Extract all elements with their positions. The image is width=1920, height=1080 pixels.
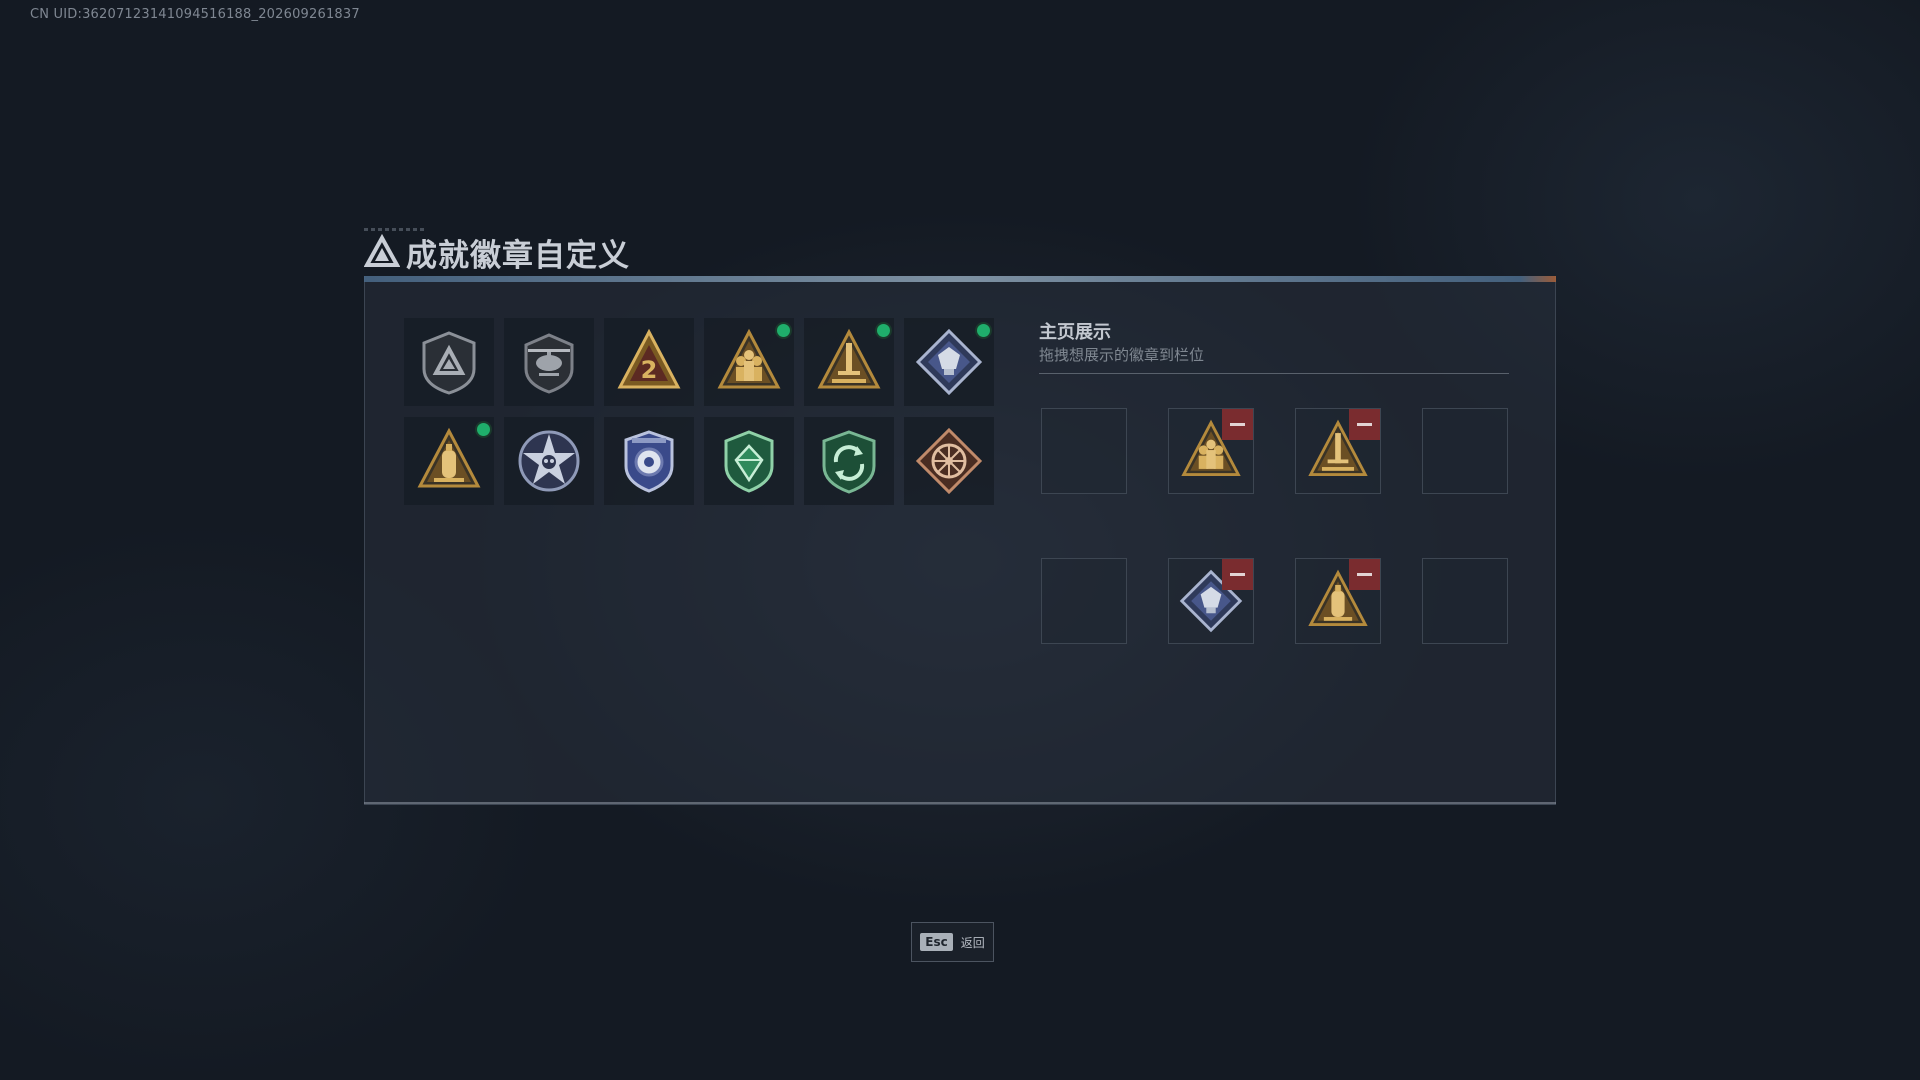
back-label: 返回: [960, 935, 985, 950]
remove-badge-button[interactable]: [1222, 409, 1253, 440]
minus-icon: [1357, 423, 1372, 426]
uid-label: CN UID:36207123141094516188_202609261837: [30, 7, 360, 22]
esc-key-icon: Esc: [920, 933, 953, 951]
badge-item[interactable]: 2: [604, 318, 694, 406]
minus-icon: [1230, 423, 1245, 426]
diamond-emblem-badge-icon: [915, 328, 983, 396]
showcase-slot-grid: [1041, 408, 1508, 644]
equipped-indicator-icon: [877, 324, 890, 337]
showcase-slot-empty[interactable]: [1041, 558, 1127, 644]
green-gem-shield-badge-icon: [724, 430, 774, 493]
svg-text:2: 2: [641, 356, 658, 384]
green-cycle-shield-badge-icon: [822, 430, 876, 494]
wheel-diamond-badge-icon: [915, 427, 983, 495]
showcase-slot-filled[interactable]: [1168, 558, 1254, 644]
remove-badge-button[interactable]: [1349, 559, 1380, 590]
minus-icon: [1357, 573, 1372, 576]
oxygen-tank-triangle-badge-icon: [417, 427, 481, 488]
back-button[interactable]: Esc 返回: [911, 922, 994, 962]
page-header: 成就徽章自定义: [364, 232, 630, 274]
badge-item[interactable]: [904, 417, 994, 505]
badge-item[interactable]: [704, 417, 794, 505]
number-2-triangle-badge-icon: 2: [617, 328, 681, 389]
equipped-indicator-icon: [777, 324, 790, 337]
showcase-slot-empty[interactable]: [1422, 558, 1508, 644]
equipped-indicator-icon: [977, 324, 990, 337]
remove-badge-button[interactable]: [1349, 409, 1380, 440]
helicopter-shield-badge-icon: [524, 333, 574, 394]
showcase-divider: [1039, 373, 1509, 374]
triangle-logo-icon: [364, 234, 400, 267]
badge-item[interactable]: [704, 318, 794, 406]
badge-item[interactable]: [404, 318, 494, 406]
badge-item[interactable]: [804, 417, 894, 505]
showcase-slot-empty[interactable]: [1041, 408, 1127, 494]
sword-triangle-badge-icon: [817, 328, 881, 389]
badge-item[interactable]: [404, 417, 494, 505]
showcase-title: 主页展示: [1039, 322, 1111, 343]
showcase-slot-filled[interactable]: [1295, 558, 1381, 644]
triangle-shield-badge-icon: [422, 331, 476, 395]
equipped-indicator-icon: [477, 423, 490, 436]
badge-item[interactable]: [504, 318, 594, 406]
page-title: 成就徽章自定义: [406, 237, 630, 274]
star-skull-badge-icon: [518, 430, 580, 492]
blue-police-badge-icon: [624, 430, 674, 493]
remove-badge-button[interactable]: [1222, 559, 1253, 590]
badge-item[interactable]: [804, 318, 894, 406]
badge-item[interactable]: [904, 318, 994, 406]
badge-item[interactable]: [604, 417, 694, 505]
showcase-slot-filled[interactable]: [1295, 408, 1381, 494]
soldiers-triangle-badge-icon: [717, 328, 781, 389]
panel-top-bar: [364, 276, 1556, 282]
badge-item[interactable]: [504, 417, 594, 505]
panel-bottom-line: [364, 802, 1556, 804]
showcase-subtitle: 拖拽想展示的徽章到栏位: [1039, 346, 1205, 364]
showcase-slot-empty[interactable]: [1422, 408, 1508, 494]
badge-collection-grid: 2: [404, 318, 994, 505]
showcase-slot-filled[interactable]: [1168, 408, 1254, 494]
minus-icon: [1230, 573, 1245, 576]
